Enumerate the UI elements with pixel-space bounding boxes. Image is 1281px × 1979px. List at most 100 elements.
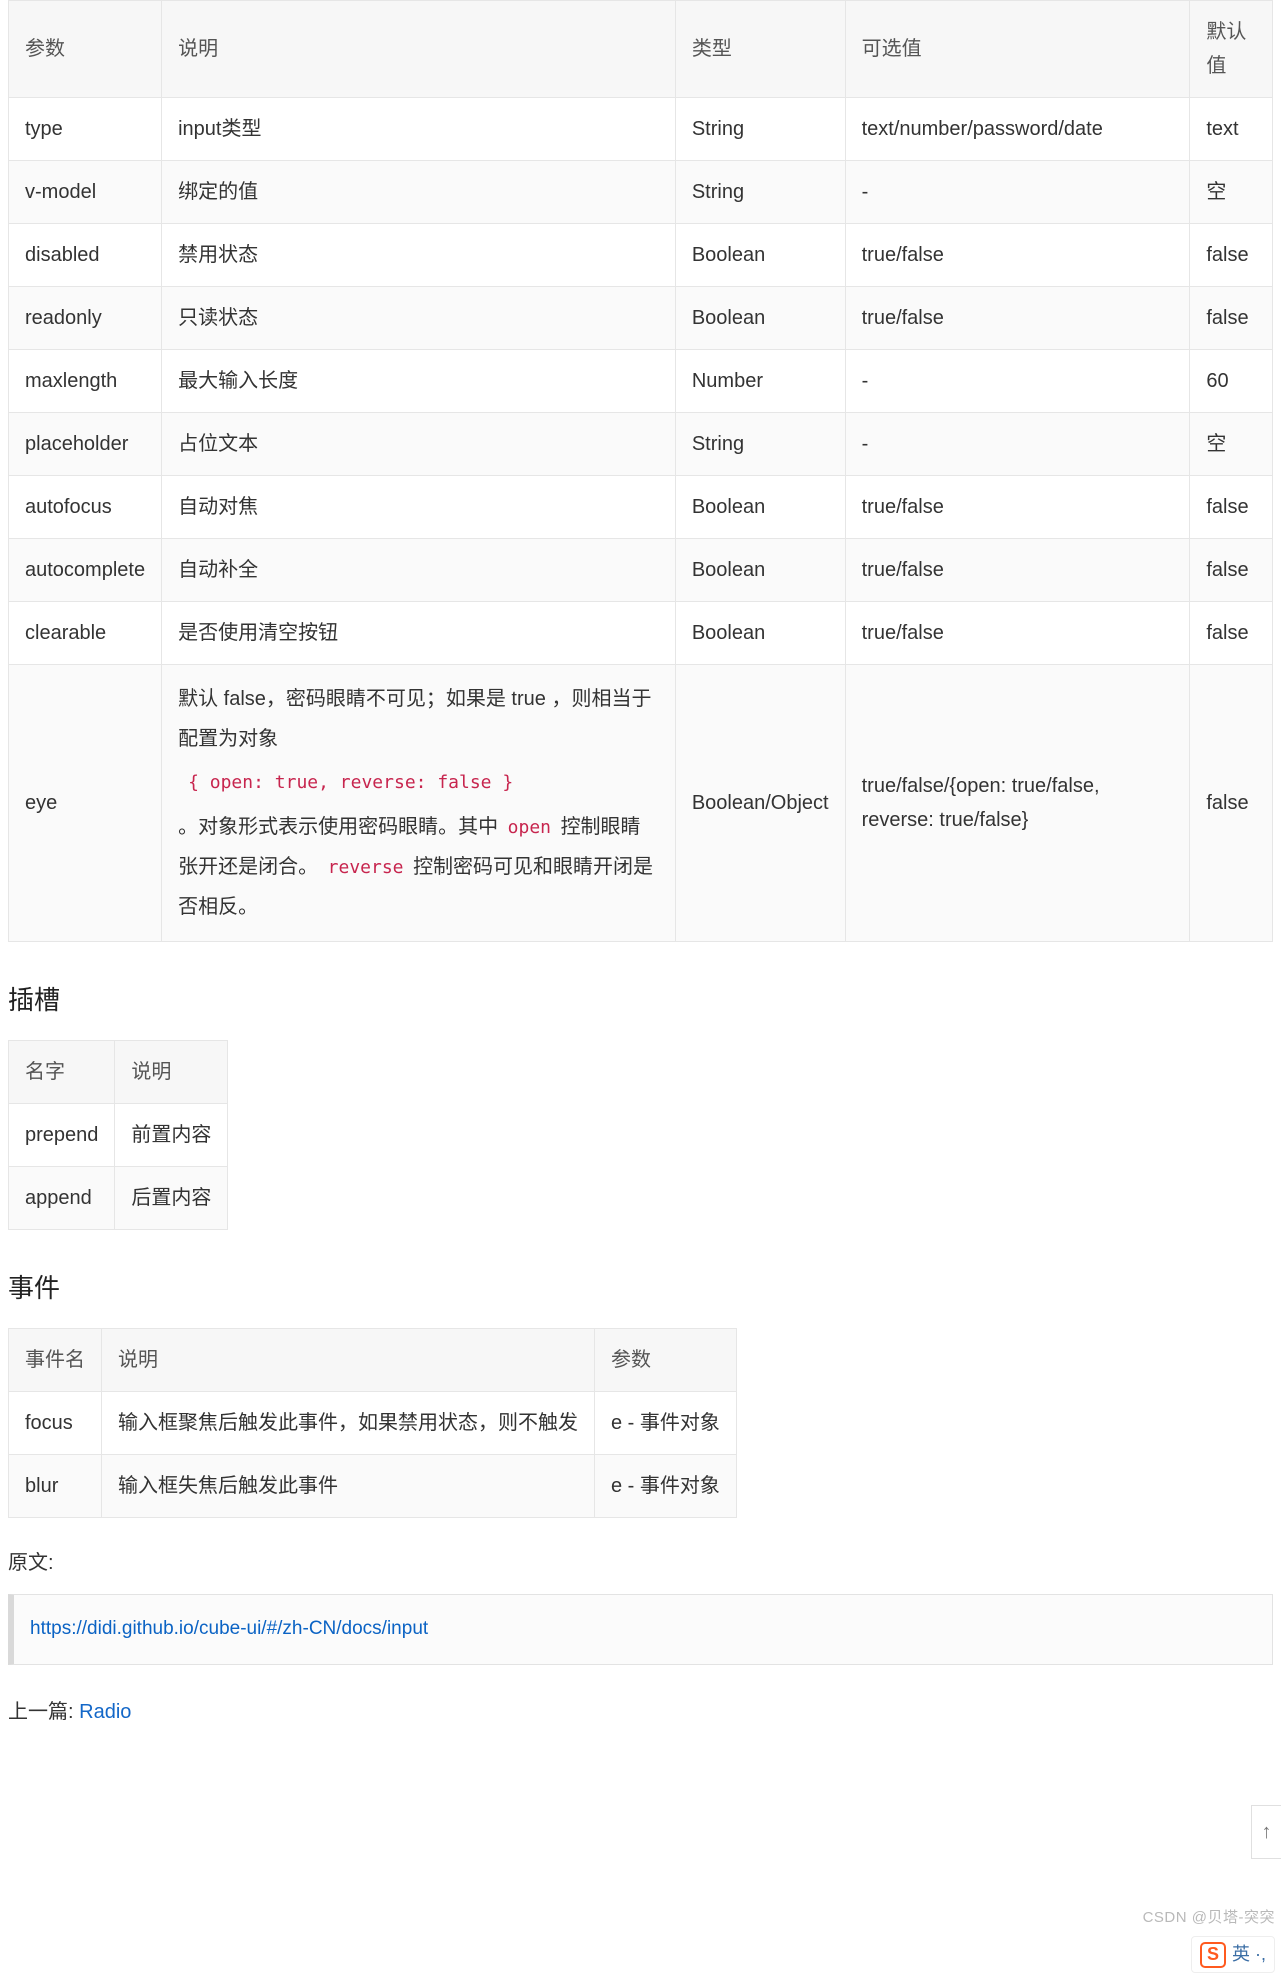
cell-param: v-model [9, 161, 162, 224]
cell-default: false [1190, 665, 1273, 942]
cell-param: readonly [9, 287, 162, 350]
eye-code-reverse: reverse [324, 856, 408, 879]
table-header-row: 名字 说明 [9, 1041, 228, 1104]
cell-options: true/false [845, 602, 1190, 665]
cell-default: false [1190, 287, 1273, 350]
cell-default: 空 [1190, 413, 1273, 476]
cell-default: false [1190, 224, 1273, 287]
cell-name: append [9, 1167, 115, 1230]
cell-event-name: focus [9, 1392, 102, 1455]
ime-badge[interactable]: S 英 ·, [1191, 1936, 1275, 1973]
cell-event-desc: 输入框聚焦后触发此事件，如果禁用状态，则不触发 [102, 1392, 595, 1455]
bottom-right-overlay: CSDN @贝塔-突突 S 英 ·, [1137, 1899, 1281, 1979]
cell-options: true/false [845, 224, 1190, 287]
cell-default: false [1190, 539, 1273, 602]
eye-code-open: open [504, 816, 555, 839]
ime-text: 英 ·, [1232, 1939, 1266, 1970]
prev-prefix: 上一篇: [8, 1701, 79, 1723]
table-row: readonly 只读状态 Boolean true/false false [9, 287, 1273, 350]
cell-options: true/false [845, 476, 1190, 539]
cell-type: Boolean/Object [675, 665, 845, 942]
cell-type: String [675, 98, 845, 161]
table-header-row: 事件名 说明 参数 [9, 1329, 737, 1392]
col-desc: 说明 [115, 1041, 228, 1104]
table-row: v-model 绑定的值 String - 空 [9, 161, 1273, 224]
cell-type: Boolean [675, 476, 845, 539]
eye-desc-pre: 默认 false，密码眼睛不可见；如果是 true ，则相当于配置为对象 [178, 688, 651, 750]
cell-param: eye [9, 665, 162, 942]
table-row: prepend 前置内容 [9, 1104, 228, 1167]
col-options: 可选值 [845, 1, 1190, 98]
prev-article: 上一篇: Radio [8, 1695, 1273, 1729]
cell-param: maxlength [9, 350, 162, 413]
cell-desc: 禁用状态 [162, 224, 676, 287]
table-row: disabled 禁用状态 Boolean true/false false [9, 224, 1273, 287]
table-row: autofocus 自动对焦 Boolean true/false false [9, 476, 1273, 539]
cell-type: Boolean [675, 539, 845, 602]
slots-table: 名字 说明 prepend 前置内容 append 后置内容 [8, 1040, 228, 1230]
watermark: CSDN @贝塔-突突 [1143, 1905, 1275, 1931]
source-label: 原文: [8, 1546, 1273, 1580]
cell-options: true/false/{open: true/false, reverse: t… [845, 665, 1190, 942]
cell-param: disabled [9, 224, 162, 287]
table-row: clearable 是否使用清空按钮 Boolean true/false fa… [9, 602, 1273, 665]
cell-name: prepend [9, 1104, 115, 1167]
events-table: 事件名 说明 参数 focus 输入框聚焦后触发此事件，如果禁用状态，则不触发 … [8, 1328, 737, 1518]
cell-param: autofocus [9, 476, 162, 539]
cell-options: true/false [845, 287, 1190, 350]
events-heading: 事件 [8, 1266, 1273, 1310]
col-event-desc: 说明 [102, 1329, 595, 1392]
cell-desc: 默认 false，密码眼睛不可见；如果是 true ，则相当于配置为对象 { o… [162, 665, 676, 942]
cell-options: true/false [845, 539, 1190, 602]
cell-options: text/number/password/date [845, 98, 1190, 161]
cell-type: Boolean [675, 224, 845, 287]
table-row: append 后置内容 [9, 1167, 228, 1230]
cell-desc: 自动补全 [162, 539, 676, 602]
cell-desc: 绑定的值 [162, 161, 676, 224]
cell-type: Number [675, 350, 845, 413]
arrow-up-icon: ↑ [1262, 1815, 1272, 1849]
cell-param: placeholder [9, 413, 162, 476]
slots-heading: 插槽 [8, 978, 1273, 1022]
cell-param: autocomplete [9, 539, 162, 602]
cell-options: - [845, 413, 1190, 476]
cell-default: false [1190, 476, 1273, 539]
cell-type: String [675, 413, 845, 476]
col-default: 默认值 [1190, 1, 1273, 98]
col-desc: 说明 [162, 1, 676, 98]
cell-event-arg: e - 事件对象 [595, 1455, 737, 1518]
sogou-logo-icon: S [1200, 1942, 1226, 1968]
table-header-row: 参数 说明 类型 可选值 默认值 [9, 1, 1273, 98]
table-row: type input类型 String text/number/password… [9, 98, 1273, 161]
table-row-eye: eye 默认 false，密码眼睛不可见；如果是 true ，则相当于配置为对象… [9, 665, 1273, 942]
cell-options: - [845, 161, 1190, 224]
cell-default: false [1190, 602, 1273, 665]
cell-desc: input类型 [162, 98, 676, 161]
cell-desc: 占位文本 [162, 413, 676, 476]
cell-type: Boolean [675, 287, 845, 350]
cell-default: 空 [1190, 161, 1273, 224]
prev-link[interactable]: Radio [79, 1701, 131, 1723]
table-row: autocomplete 自动补全 Boolean true/false fal… [9, 539, 1273, 602]
source-link[interactable]: https://didi.github.io/cube-ui/#/zh-CN/d… [30, 1618, 428, 1639]
col-event-arg: 参数 [595, 1329, 737, 1392]
col-param: 参数 [9, 1, 162, 98]
table-row: placeholder 占位文本 String - 空 [9, 413, 1273, 476]
col-type: 类型 [675, 1, 845, 98]
table-row: focus 输入框聚焦后触发此事件，如果禁用状态，则不触发 e - 事件对象 [9, 1392, 737, 1455]
cell-event-arg: e - 事件对象 [595, 1392, 737, 1455]
cell-desc: 前置内容 [115, 1104, 228, 1167]
eye-code-block: { open: true, reverse: false } [188, 765, 659, 801]
cell-default: text [1190, 98, 1273, 161]
cell-param: clearable [9, 602, 162, 665]
cell-type: String [675, 161, 845, 224]
scroll-to-top-button[interactable]: ↑ [1251, 1805, 1281, 1859]
cell-desc: 是否使用清空按钮 [162, 602, 676, 665]
props-table: 参数 说明 类型 可选值 默认值 type input类型 String tex… [8, 0, 1273, 942]
col-name: 名字 [9, 1041, 115, 1104]
cell-event-desc: 输入框失焦后触发此事件 [102, 1455, 595, 1518]
cell-desc: 后置内容 [115, 1167, 228, 1230]
source-box: https://didi.github.io/cube-ui/#/zh-CN/d… [8, 1594, 1273, 1664]
cell-desc: 只读状态 [162, 287, 676, 350]
cell-param: type [9, 98, 162, 161]
